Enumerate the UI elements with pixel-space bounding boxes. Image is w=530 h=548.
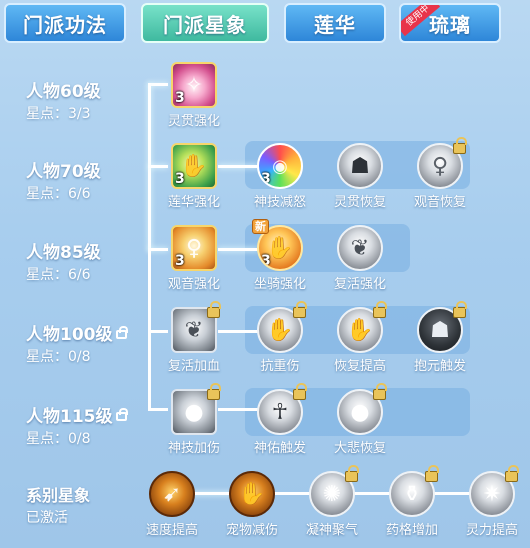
tier-title-115: 人物115级 [26,402,128,427]
feather-hand-icon: ❦ [337,225,383,271]
skill-shenji-damage[interactable]: ● 神技加伤 [164,383,224,456]
skill-name: 神佑触发 [253,441,306,456]
lock-icon [505,465,519,482]
tab-label: 莲华 [314,12,356,37]
skill-name: 复活加血 [167,359,220,374]
lock-icon [453,301,467,318]
new-badge: 新 [252,219,269,234]
skill-name: 恢复提高 [333,359,386,374]
meditating-figure-icon: ☗ [337,143,383,189]
skill-name: 观音强化 [167,277,220,292]
tier-title-100: 人物100级 [26,320,128,345]
series-status: 已激活 [26,510,68,526]
lock-icon [425,465,439,482]
skill-dabei-recover[interactable]: ● 大悲恢复 [330,383,390,456]
hand-lotus-icon: ✋ 3 [171,143,217,189]
tab-bar: 门派功法 门派星象 莲华 使用中 琉璃 [0,0,530,52]
skill-name: 大悲恢复 [333,441,386,456]
skill-baoyuan-trigger[interactable]: ☗ 抱元触发 [410,301,470,374]
lock-icon [207,301,221,318]
skill-name: 速度提高 [145,523,198,538]
skill-lianhua-enhance[interactable]: ✋ 3 莲华强化 [164,143,224,210]
tier-title-70: 人物70级 [26,162,101,182]
tier-stars-85: 星点：6/6 [26,267,91,283]
lock-icon [373,301,387,318]
skill-name: 莲华强化 [167,195,220,210]
skill-name: 复活强化 [333,277,386,292]
skill-name: 灵贯强化 [167,114,220,129]
skill-name: 药格增加 [385,523,438,538]
tab-liuli[interactable]: 使用中 琉璃 [399,3,501,43]
skill-name: 观音恢复 [413,195,466,210]
skill-guanyin-enhance[interactable]: ♀ 3 观音强化 [164,225,224,292]
tab-sect-skills[interactable]: 门派功法 [4,3,126,43]
skill-name: 灵力提高 [465,523,518,538]
skill-name: 抱元触发 [413,359,466,374]
lock-icon [115,326,128,339]
tier-stars-115: 星点：0/8 [26,431,91,447]
skill-shenyou-trigger[interactable]: ☥ 神佑触发 [250,383,310,456]
series-medicine-slot[interactable]: ⚱ 药格增加 [382,465,442,538]
skill-revive-enhance[interactable]: ❦ 复活强化 [330,225,390,292]
skill-name: 神技加伤 [167,441,220,456]
guanyin-icon: ♀ 3 [171,225,217,271]
skill-resist-heavy-injury[interactable]: ✋ 抗重伤 [250,301,310,374]
skill-linguan-recover[interactable]: ☗ 灵贯恢复 [330,143,390,210]
skill-name: 凝神聚气 [305,523,358,538]
pet-shield-icon: ✋ [229,471,275,517]
tier-stars-100: 星点：0/8 [26,349,91,365]
tab-label: 琉璃 [429,12,471,37]
series-pet-damage-reduce[interactable]: ✋ 宠物减伤 [222,471,282,538]
skill-name: 抗重伤 [260,359,300,374]
lock-icon [373,383,387,400]
rage-meter-icon: ◉ 3 [257,143,303,189]
skill-guanyin-recover[interactable]: ♀ 观音恢复 [410,137,470,210]
skill-name: 宠物减伤 [225,523,278,538]
speed-icon: ➹ [149,471,195,517]
lock-icon [115,408,128,421]
lock-icon [345,465,359,482]
tab-label: 门派星象 [163,12,247,37]
skill-recover-boost[interactable]: ✋ 恢复提高 [330,301,390,374]
series-title: 系别星象 [26,486,91,505]
lock-icon [293,383,307,400]
series-focus-gather[interactable]: ✺ 凝神聚气 [302,465,362,538]
skill-linguan-enhance[interactable]: ✧ 3 灵贯强化 [164,62,224,129]
skill-revive-heal[interactable]: ❦ 复活加血 [164,301,224,374]
glowing-figure-icon: ✧ 3 [171,62,217,108]
skill-name: 灵贯恢复 [333,195,386,210]
lock-icon [453,137,467,154]
tab-label: 门派功法 [23,12,107,37]
tier-title-85: 人物85级 [26,243,101,263]
tab-lianhua[interactable]: 莲华 [284,3,386,43]
tier-stars-60: 星点：3/3 [26,106,91,122]
tier-title-60: 人物60级 [26,82,101,102]
series-speed-boost[interactable]: ➹ 速度提高 [142,471,202,538]
tab-sect-constellation[interactable]: 门派星象 [141,3,269,43]
lock-icon [207,383,221,400]
series-spirit-boost[interactable]: ✷ 灵力提高 [462,465,522,538]
tier-stars-70: 星点：6/6 [26,186,91,202]
skill-name: 神技减怒 [253,195,306,210]
lock-icon [293,301,307,318]
skill-name: 坐骑强化 [253,277,306,292]
skill-mount-enhance[interactable]: ✋ 3 新 坐骑强化 [250,219,310,292]
skill-shenji-reduce-rage[interactable]: ◉ 3 神技减怒 [250,143,310,210]
